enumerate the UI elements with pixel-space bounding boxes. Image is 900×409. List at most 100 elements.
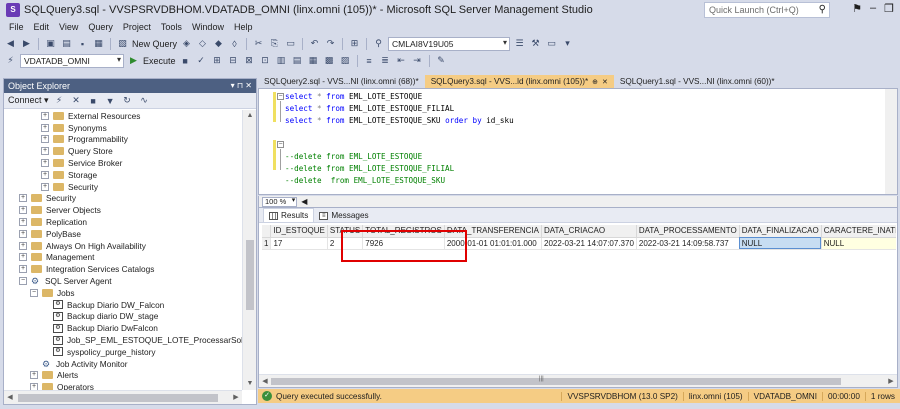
zoom-combo[interactable]: 100 % — [262, 196, 298, 207]
expand-icon[interactable]: + — [41, 170, 49, 179]
tree-node[interactable]: + Security — [4, 181, 242, 193]
forward-icon[interactable]: ▶ — [20, 37, 33, 50]
comment-icon[interactable]: ≡ — [363, 54, 376, 67]
expand-icon[interactable]: + — [30, 371, 38, 380]
tree-node[interactable]: + Synonyms — [4, 122, 242, 134]
mdx-query-icon[interactable]: ◇ — [196, 37, 209, 50]
tree-node[interactable]: ⚙ syspolicy_purge_history — [4, 346, 242, 358]
tree-node[interactable]: ⚙ Backup diario DW_stage — [4, 311, 242, 323]
paste-icon[interactable]: ▭ — [284, 37, 297, 50]
tab-query-3[interactable]: SQLQuery1.sql - VVS...NI (linx.omni (60)… — [614, 75, 781, 88]
table-cell[interactable]: 2000-01-01 01:01:01.000 — [444, 237, 543, 250]
save-icon[interactable]: ▪ — [76, 37, 89, 50]
table-cell[interactable]: 2 — [327, 237, 364, 250]
solution-explorer-icon[interactable]: ⊞ — [348, 37, 361, 50]
editor-vertical-scrollbar[interactable] — [885, 89, 897, 194]
scroll-thumb[interactable] — [271, 378, 841, 385]
tree-node[interactable]: + Operators — [4, 381, 242, 390]
menu-item-view[interactable]: View — [54, 22, 83, 32]
table-cell[interactable]: NULL — [739, 237, 822, 250]
tree-node[interactable]: − ⚙ SQL Server Agent — [4, 275, 242, 287]
expand-icon[interactable]: + — [19, 194, 27, 203]
menu-item-tools[interactable]: Tools — [156, 22, 187, 32]
undo-icon[interactable]: ↶ — [308, 37, 321, 50]
connect-button[interactable]: Connect ▾ — [8, 95, 49, 106]
specify-template-icon[interactable]: ✎ — [435, 54, 448, 67]
scroll-left-arrow-icon[interactable]: ◀ — [4, 391, 16, 405]
tab-results[interactable]: Results — [263, 208, 315, 222]
expand-icon[interactable]: + — [19, 218, 27, 227]
column-header[interactable]: TOTAL_REGISTROS — [362, 225, 445, 238]
decrease-indent-icon[interactable]: ⇤ — [395, 54, 408, 67]
execute-icon[interactable]: ▶ — [127, 54, 140, 67]
tree-node[interactable]: ⚙ Job Activity Monitor — [4, 358, 242, 370]
tree-node[interactable]: + Always On High Availability — [4, 240, 242, 252]
column-header[interactable]: DATA_PROCESSAMENTO — [636, 225, 740, 238]
change-connection-icon[interactable]: ⚡ — [4, 54, 17, 67]
expand-icon[interactable]: + — [30, 383, 38, 390]
activity-monitor-icon[interactable]: ∿ — [138, 94, 151, 107]
customize-icon[interactable]: ▾ — [561, 37, 574, 50]
expand-icon[interactable]: + — [41, 135, 49, 144]
tree-node[interactable]: + PolyBase — [4, 228, 242, 240]
connect-plug-icon[interactable]: ⚡ — [53, 94, 66, 107]
collapse-icon[interactable]: − — [19, 277, 27, 286]
expand-icon[interactable]: + — [41, 147, 49, 156]
column-header[interactable]: DATA_TRANSFERENCIA — [444, 225, 543, 238]
stop-icon[interactable]: ■ — [87, 94, 100, 107]
menu-item-window[interactable]: Window — [187, 22, 229, 32]
table-cell[interactable]: 17 — [270, 237, 328, 250]
tree-node[interactable]: + Storage — [4, 169, 242, 181]
tree-node[interactable]: + Programmability — [4, 134, 242, 146]
fold-collapse-icon[interactable]: − — [277, 141, 284, 148]
expand-icon[interactable]: + — [19, 265, 27, 274]
scroll-thumb[interactable] — [18, 394, 218, 402]
expand-icon[interactable]: + — [19, 241, 27, 250]
expand-icon[interactable]: + — [41, 111, 49, 120]
expand-icon[interactable]: + — [19, 253, 27, 262]
object-explorer-horizontal-scrollbar[interactable]: ◀ ▶ — [4, 390, 242, 404]
menu-item-file[interactable]: File — [4, 22, 29, 32]
tree-node[interactable]: − Jobs — [4, 287, 242, 299]
scroll-left-arrow-icon[interactable]: ◀ — [301, 197, 307, 206]
parse-icon[interactable]: ✓ — [195, 54, 208, 67]
tree-node[interactable]: ⚙ Backup Diario DW_Falcon — [4, 299, 242, 311]
collapse-icon[interactable]: − — [30, 288, 38, 297]
results-horizontal-scrollbar[interactable]: ◀ ||| ▶ — [259, 374, 897, 387]
restore-icon[interactable]: ❐ — [884, 2, 894, 15]
redo-icon[interactable]: ↷ — [324, 37, 337, 50]
back-icon[interactable]: ◀ — [4, 37, 17, 50]
tree-node[interactable]: + Security — [4, 193, 242, 205]
results-grid-icon[interactable]: ▩ — [323, 54, 336, 67]
menu-item-project[interactable]: Project — [118, 22, 156, 32]
scroll-down-arrow-icon[interactable]: ▼ — [243, 378, 257, 390]
increase-indent-icon[interactable]: ⇥ — [411, 54, 424, 67]
new-query-button[interactable]: New Query — [132, 39, 177, 49]
cut-icon[interactable]: ✂ — [252, 37, 265, 50]
minimize-icon[interactable]: – — [870, 2, 876, 15]
expand-icon[interactable]: + — [19, 206, 27, 215]
execute-button[interactable]: Execute — [143, 56, 176, 66]
column-header[interactable] — [262, 225, 272, 238]
tree-node[interactable]: + Alerts — [4, 370, 242, 382]
tree-node[interactable]: ⚙ Backup Diario DwFalcon — [4, 322, 242, 334]
object-explorer-vertical-scrollbar[interactable]: ▲ ▼ — [242, 110, 256, 390]
expand-icon[interactable]: + — [19, 229, 27, 238]
menu-item-edit[interactable]: Edit — [29, 22, 55, 32]
expand-icon[interactable]: + — [41, 159, 49, 168]
open-file-icon[interactable]: ▤ — [60, 37, 73, 50]
scroll-right-arrow-icon[interactable]: ▶ — [885, 375, 897, 389]
database-query-icon[interactable]: ◈ — [180, 37, 193, 50]
tab-query-2[interactable]: SQLQuery3.sql - VVS...ld (linx.omni (105… — [424, 75, 614, 88]
dmx-query-icon[interactable]: ◆ — [212, 37, 225, 50]
menu-item-help[interactable]: Help — [229, 22, 258, 32]
xmla-query-icon[interactable]: ◊ — [228, 37, 241, 50]
expand-icon[interactable]: + — [41, 123, 49, 132]
cancel-query-icon[interactable]: ■ — [179, 54, 192, 67]
tab-query-1[interactable]: SQLQuery2.sql - VVS...NI (linx.omni (68)… — [258, 75, 425, 88]
panel-header-buttons[interactable]: ▾ ⊓ ✕ — [231, 81, 252, 91]
notification-flag-icon[interactable]: ⚑ — [852, 2, 862, 15]
live-stats-icon[interactable]: ▥ — [275, 54, 288, 67]
scroll-left-arrow-icon[interactable]: ◀ — [259, 375, 271, 389]
table-cell[interactable]: NULL — [821, 237, 896, 250]
